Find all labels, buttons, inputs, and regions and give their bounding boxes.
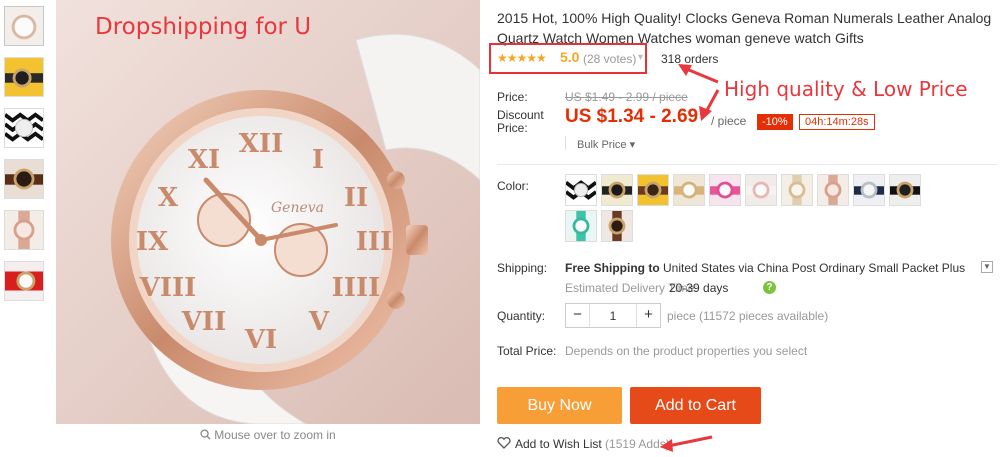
estimated-delivery-days: 20-39 days <box>669 281 729 295</box>
thumbnail-chevron-watch[interactable] <box>4 108 44 148</box>
svg-text:VII: VII <box>181 307 227 337</box>
swatch-teal[interactable] <box>565 210 597 242</box>
buy-now-button[interactable]: Buy Now <box>497 387 622 424</box>
quantity-input[interactable] <box>591 304 635 327</box>
price-label: Price: <box>497 90 528 104</box>
orders-count: 318 orders <box>661 52 719 66</box>
swatch-chevron[interactable] <box>565 174 597 206</box>
original-price: US $1.49 - 2.99 / piece <box>565 90 688 104</box>
main-product-image[interactable]: XII I II III IIII V VI VII VIII IX X XI … <box>56 0 480 424</box>
discount-price: US $1.34 - 2.69 <box>565 106 699 127</box>
arrow-to-wishlist <box>667 435 713 448</box>
swatch-pink[interactable] <box>709 174 741 206</box>
help-icon[interactable]: ? <box>763 281 776 294</box>
thumbnail-rose-watch[interactable] <box>4 210 44 250</box>
discount-badge: -10% <box>757 114 793 130</box>
swatch-rose-gold[interactable] <box>817 174 849 206</box>
svg-text:VI: VI <box>244 325 277 355</box>
high-quality-annotation: High quality & Low Price <box>724 77 968 101</box>
add-to-cart-button[interactable]: Add to Cart <box>630 387 761 424</box>
quantity-available: piece (11572 pieces available) <box>667 309 829 323</box>
discount-label-line1: Discount <box>497 108 544 122</box>
swatch-gold-white[interactable] <box>673 174 705 206</box>
total-price-label: Total Price: <box>497 344 557 358</box>
discount-label-line2: Price: <box>497 121 528 135</box>
votes-link[interactable]: (28 votes) <box>583 52 636 66</box>
magnifier-icon <box>200 429 211 440</box>
shipping-label: Shipping: <box>497 261 548 275</box>
divider <box>497 164 997 165</box>
add-to-wish-list[interactable]: Add to Wish List (1519 Adds) <box>497 437 670 451</box>
quantity-label: Quantity: <box>497 309 546 323</box>
shipping-destination: United States via China Post Ordinary Sm… <box>659 261 966 275</box>
svg-text:V: V <box>308 307 330 337</box>
color-label: Color: <box>497 179 530 193</box>
wish-list-count: (1519 Adds) <box>605 437 670 451</box>
quantity-decrease-button[interactable]: − <box>566 304 590 327</box>
svg-text:I: I <box>312 145 324 175</box>
svg-text:XII: XII <box>239 129 284 159</box>
swatch-pink-white[interactable] <box>745 174 777 206</box>
rating-value: 5.0 <box>560 49 580 65</box>
svg-text:III: III <box>356 227 393 257</box>
svg-text:Geneva: Geneva <box>271 200 324 216</box>
bulk-divider <box>565 136 566 150</box>
thumbnail-white-watch[interactable] <box>4 6 44 46</box>
total-price-note: Depends on the product properties you se… <box>565 344 808 358</box>
rating-stars-icon: ★★★★★ <box>497 51 547 65</box>
swatch-black[interactable] <box>889 174 921 206</box>
product-title: 2015 Hot, 100% High Quality! Clocks Gene… <box>497 10 992 46</box>
quantity-stepper: − + <box>565 303 661 328</box>
svg-text:IIII: IIII <box>332 273 381 303</box>
swatch-brown[interactable] <box>601 210 633 242</box>
discount-label: Discount Price: <box>497 109 544 135</box>
watch-illustration: XII I II III IIII V VI VII VIII IX X XI … <box>56 0 480 424</box>
dropshipping-overlay: Dropshipping for U <box>95 14 312 40</box>
thumbnail-yellow-watch[interactable] <box>4 57 44 97</box>
swatch-navy[interactable] <box>853 174 885 206</box>
svg-text:X: X <box>158 183 179 213</box>
countdown-timer: 04h:14m:28s <box>799 114 875 130</box>
thumbnail-brown-watch[interactable] <box>4 159 44 199</box>
svg-text:XI: XI <box>188 145 220 175</box>
zoom-hint-text: Mouse over to zoom in <box>214 428 336 442</box>
shipping-dropdown-icon[interactable]: ▼ <box>981 261 993 273</box>
arrow-to-orders <box>683 66 719 84</box>
thumbnail-list <box>4 6 46 312</box>
per-piece-unit: / piece <box>711 114 747 128</box>
quantity-increase-button[interactable]: + <box>636 304 660 327</box>
chevron-down-icon[interactable]: ▾ <box>638 52 643 63</box>
free-shipping-text: Free Shipping to <box>565 261 660 275</box>
svg-text:IX: IX <box>136 227 169 257</box>
svg-text:VIII: VIII <box>139 273 197 303</box>
swatch-brown-gold[interactable] <box>637 174 669 206</box>
thumbnail-red-watch[interactable] <box>4 261 44 301</box>
svg-text:II: II <box>344 183 368 213</box>
bulk-price-toggle[interactable]: Bulk Price ▾ <box>577 138 635 151</box>
swatch-black-gold[interactable] <box>601 174 633 206</box>
heart-icon <box>497 437 511 449</box>
zoom-hint: Mouse over to zoom in <box>56 428 480 442</box>
shipping-method: Free Shipping to United States via China… <box>565 261 965 275</box>
wish-list-label: Add to Wish List <box>515 437 602 451</box>
swatch-beige[interactable] <box>781 174 813 206</box>
